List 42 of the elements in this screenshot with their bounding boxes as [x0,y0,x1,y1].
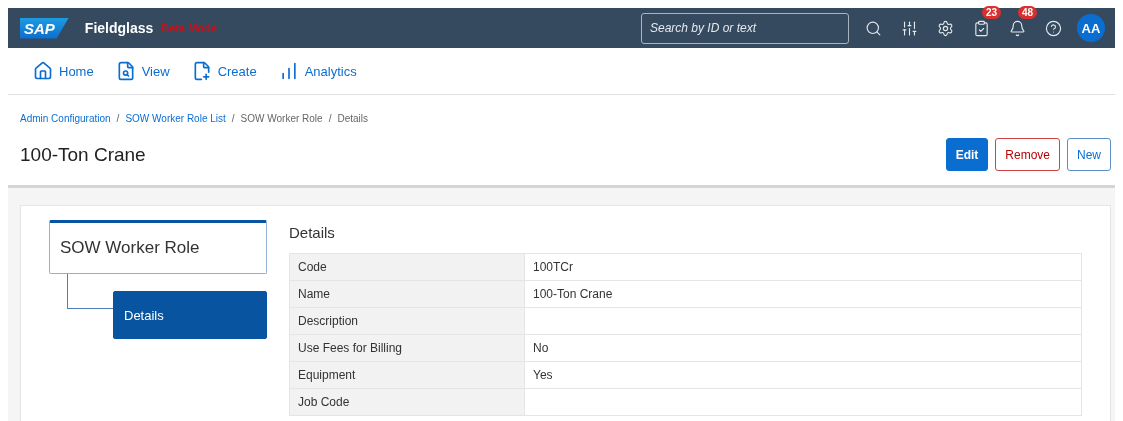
sliders-icon[interactable] [900,19,918,37]
new-button[interactable]: New [1067,138,1111,171]
search-icon[interactable] [864,19,882,37]
field-label: Code [289,253,525,281]
count-badge: 48 [1018,5,1038,19]
edit-button[interactable]: Edit [945,138,989,171]
remove-button[interactable]: Remove [995,138,1060,171]
logo: SAP [20,17,69,39]
nav-link[interactable]: View [141,63,170,79]
nav-link[interactable]: Analytics [304,63,357,79]
count-badge: 23 [982,5,1002,19]
field-label: Description [289,307,525,335]
nav-link[interactable]: Home [59,63,94,79]
nav-link[interactable]: Create [217,63,257,79]
breadcrumb-item: Details [337,113,368,124]
tree-node[interactable]: Details [113,291,267,339]
field-value: Yes [524,361,1082,389]
search-field[interactable]: Search by ID or text [641,12,849,44]
tree-node[interactable]: SOW Worker Role [49,220,267,274]
page-title: 100-Ton Crane [20,143,147,166]
mode-label: Beta Mode [161,22,217,34]
bell-icon[interactable] [1008,19,1026,37]
breadcrumb-link[interactable]: Admin Configuration [20,113,111,124]
field-value: 100TCr [524,253,1082,281]
field-label: Job Code [289,388,525,416]
breadcrumb-item: SOW Worker Role [240,113,323,124]
breadcrumb-separator: / [116,113,120,124]
breadcrumb-link[interactable]: SOW Worker Role List [125,113,226,124]
help-icon[interactable] [1044,19,1062,37]
field-label: Equipment [289,361,525,389]
breadcrumb-separator: / [231,113,235,124]
user-avatar[interactable]: AA [1077,14,1105,42]
settings-icon[interactable] [936,19,954,37]
product-name: Fieldglass [84,20,154,36]
house-icon [33,61,53,81]
clipboard-icon[interactable] [972,19,990,37]
section-title: Details [289,224,336,241]
field-value: No [524,334,1082,362]
field-value: 100-Ton Crane [524,280,1082,308]
field-label: Use Fees for Billing [289,334,525,362]
breadcrumb-separator: / [328,113,332,124]
field-label: Name [289,280,525,308]
